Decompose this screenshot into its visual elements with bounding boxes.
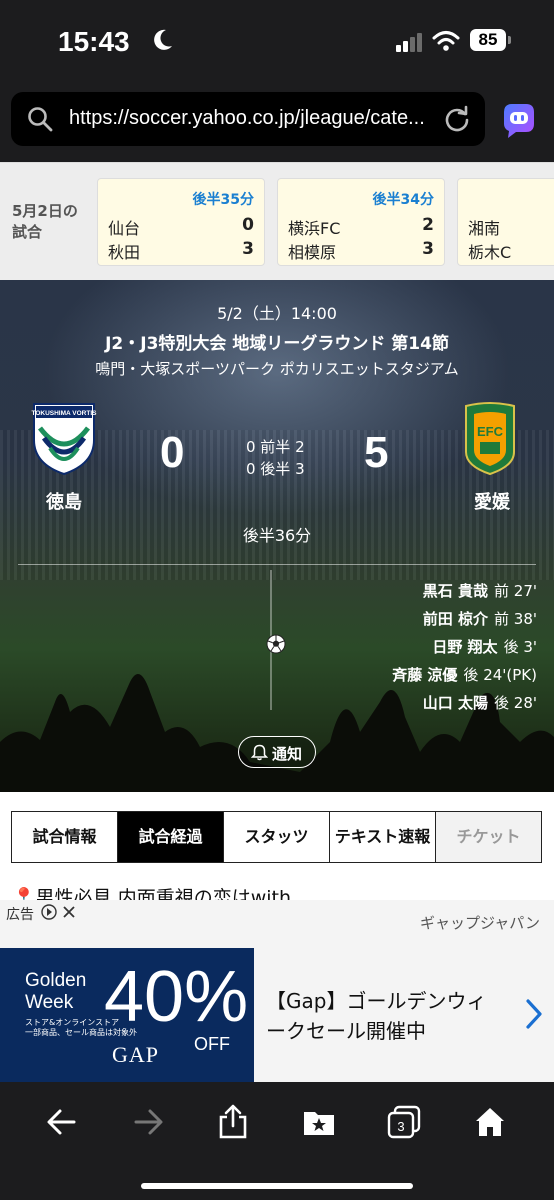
reload-icon[interactable] xyxy=(443,105,471,133)
goal-scorer: 山口 太陽後 28' xyxy=(422,694,537,712)
match-card-home: 横浜FC 2 xyxy=(288,215,434,238)
address-bar[interactable]: https://soccer.yahoo.co.jp/jleague/cate.… xyxy=(11,92,485,146)
divider xyxy=(18,564,536,565)
tab-match-info[interactable]: 試合情報 xyxy=(12,812,118,862)
status-bar: 15:43 85 xyxy=(0,0,554,84)
tab-live-text[interactable]: テキスト速報 xyxy=(330,812,436,862)
forward-icon[interactable] xyxy=(130,1104,166,1140)
notification-label: 通知 xyxy=(272,745,303,763)
tabs-icon[interactable]: 3 xyxy=(386,1104,422,1140)
away-team-emblem[interactable]: EFC xyxy=(460,400,520,476)
match-card[interactable]: 後半34分 横浜FC 2 相模原 3 xyxy=(277,178,445,266)
bookmarks-icon[interactable] xyxy=(301,1104,337,1140)
competition-name: J2・J3特別大会 地域リーグラウンド 第14節 xyxy=(105,334,449,354)
bell-icon xyxy=(251,744,268,761)
cellular-signal-icon xyxy=(396,32,426,52)
match-date: 5/2（土）14:00 xyxy=(217,304,337,323)
other-matches-strip: 5月2日の 試合 後半35分 仙台 0 秋田 3 後半34分 横浜FC 2 相模原 3 … xyxy=(0,162,554,280)
share-icon[interactable] xyxy=(215,1104,251,1140)
goal-scorer: 黒石 貴哉前 27' xyxy=(422,582,537,600)
chevron-right-icon[interactable] xyxy=(524,998,544,1030)
other-matches-date-label: 5月2日の 試合 xyxy=(12,202,78,241)
svg-text:EFC: EFC xyxy=(477,424,504,439)
ad-banner-off: OFF xyxy=(194,1034,230,1054)
match-tabs: 試合情報 試合経過 スタッツ テキスト速報 チケット xyxy=(11,811,542,863)
battery-indicator: 85 xyxy=(470,29,511,51)
match-card[interactable]: 後半35分 仙台 0 秋田 3 xyxy=(97,178,265,266)
away-score: 5 xyxy=(364,428,389,477)
adchoices-icon[interactable] xyxy=(40,903,80,921)
home-team-emblem[interactable]: TOKUSHIMA VORTIS xyxy=(30,400,98,476)
match-card-status: 後半34分 xyxy=(372,192,434,208)
match-card-status: 後半35分 xyxy=(192,192,254,208)
scoreboard: 5/2（土）14:00 J2・J3特別大会 地域リーグラウンド 第14節 鳴門・… xyxy=(0,280,554,792)
ad-banner-discount: 40% xyxy=(104,957,249,1037)
second-half-score: 0 後半 3 xyxy=(246,460,305,478)
notification-button[interactable]: 通知 xyxy=(238,736,316,768)
browser-address-area: https://soccer.yahoo.co.jp/jleague/cate.… xyxy=(0,84,554,162)
svg-text:TOKUSHIMA VORTIS: TOKUSHIMA VORTIS xyxy=(31,410,97,417)
match-card-home: 湘南 xyxy=(468,219,501,238)
ad-sponsor[interactable]: ギャップジャパン xyxy=(420,912,540,933)
home-indicator xyxy=(141,1183,413,1189)
away-team-name[interactable]: 愛媛 xyxy=(474,488,510,514)
moon-icon xyxy=(152,28,174,58)
tab-stats[interactable]: スタッツ xyxy=(224,812,330,862)
match-card-home: 仙台 0 xyxy=(108,215,254,238)
goal-scorer: 日野 翔太後 3' xyxy=(432,638,537,656)
tab-tickets[interactable]: チケット xyxy=(436,812,541,862)
match-card-away: 相模原 3 xyxy=(288,239,434,262)
first-half-score: 0 前半 2 xyxy=(246,438,305,456)
ad-headline[interactable]: 【Gap】ゴールデンウィークセール開催中 xyxy=(266,986,506,1046)
url-text[interactable]: https://soccer.yahoo.co.jp/jleague/cate.… xyxy=(69,107,425,130)
home-team-name[interactable]: 徳島 xyxy=(46,488,82,514)
gap-logo: GAP xyxy=(112,1042,160,1067)
svg-text:3: 3 xyxy=(397,1119,404,1134)
home-icon[interactable] xyxy=(472,1104,508,1140)
tab-match-progress[interactable]: 試合経過 xyxy=(118,812,224,862)
match-clock: 後半36分 xyxy=(242,526,312,545)
back-icon[interactable] xyxy=(44,1104,80,1140)
match-card-away: 栃木C xyxy=(468,243,512,262)
wifi-icon xyxy=(432,30,460,52)
ad-banner-title: Golden Week xyxy=(25,970,87,1013)
goal-scorer: 前田 椋介前 38' xyxy=(422,610,537,628)
ad-label: 広告 xyxy=(6,907,34,923)
match-card[interactable]: 湘南 栃木C xyxy=(457,178,554,266)
ad-banner-image[interactable]: Golden Week ストア&オンラインストア 一部商品、セール商品は対象外 … xyxy=(0,948,254,1082)
clock: 15:43 xyxy=(58,26,130,57)
assistant-icon[interactable] xyxy=(498,98,540,140)
venue-name: 鳴門・大塚スポーツパーク ポカリスエットスタジアム xyxy=(95,360,459,378)
ad-header: 広告 ギャップジャパン xyxy=(0,900,554,948)
soccer-ball-icon xyxy=(266,634,286,654)
home-score: 0 xyxy=(160,428,185,477)
match-card-away: 秋田 3 xyxy=(108,239,254,262)
search-icon xyxy=(27,106,53,132)
ad-unit[interactable]: Golden Week ストア&オンラインストア 一部商品、セール商品は対象外 … xyxy=(0,948,554,1082)
goal-scorer: 斉藤 涼優後 24'(PK) xyxy=(392,666,537,684)
